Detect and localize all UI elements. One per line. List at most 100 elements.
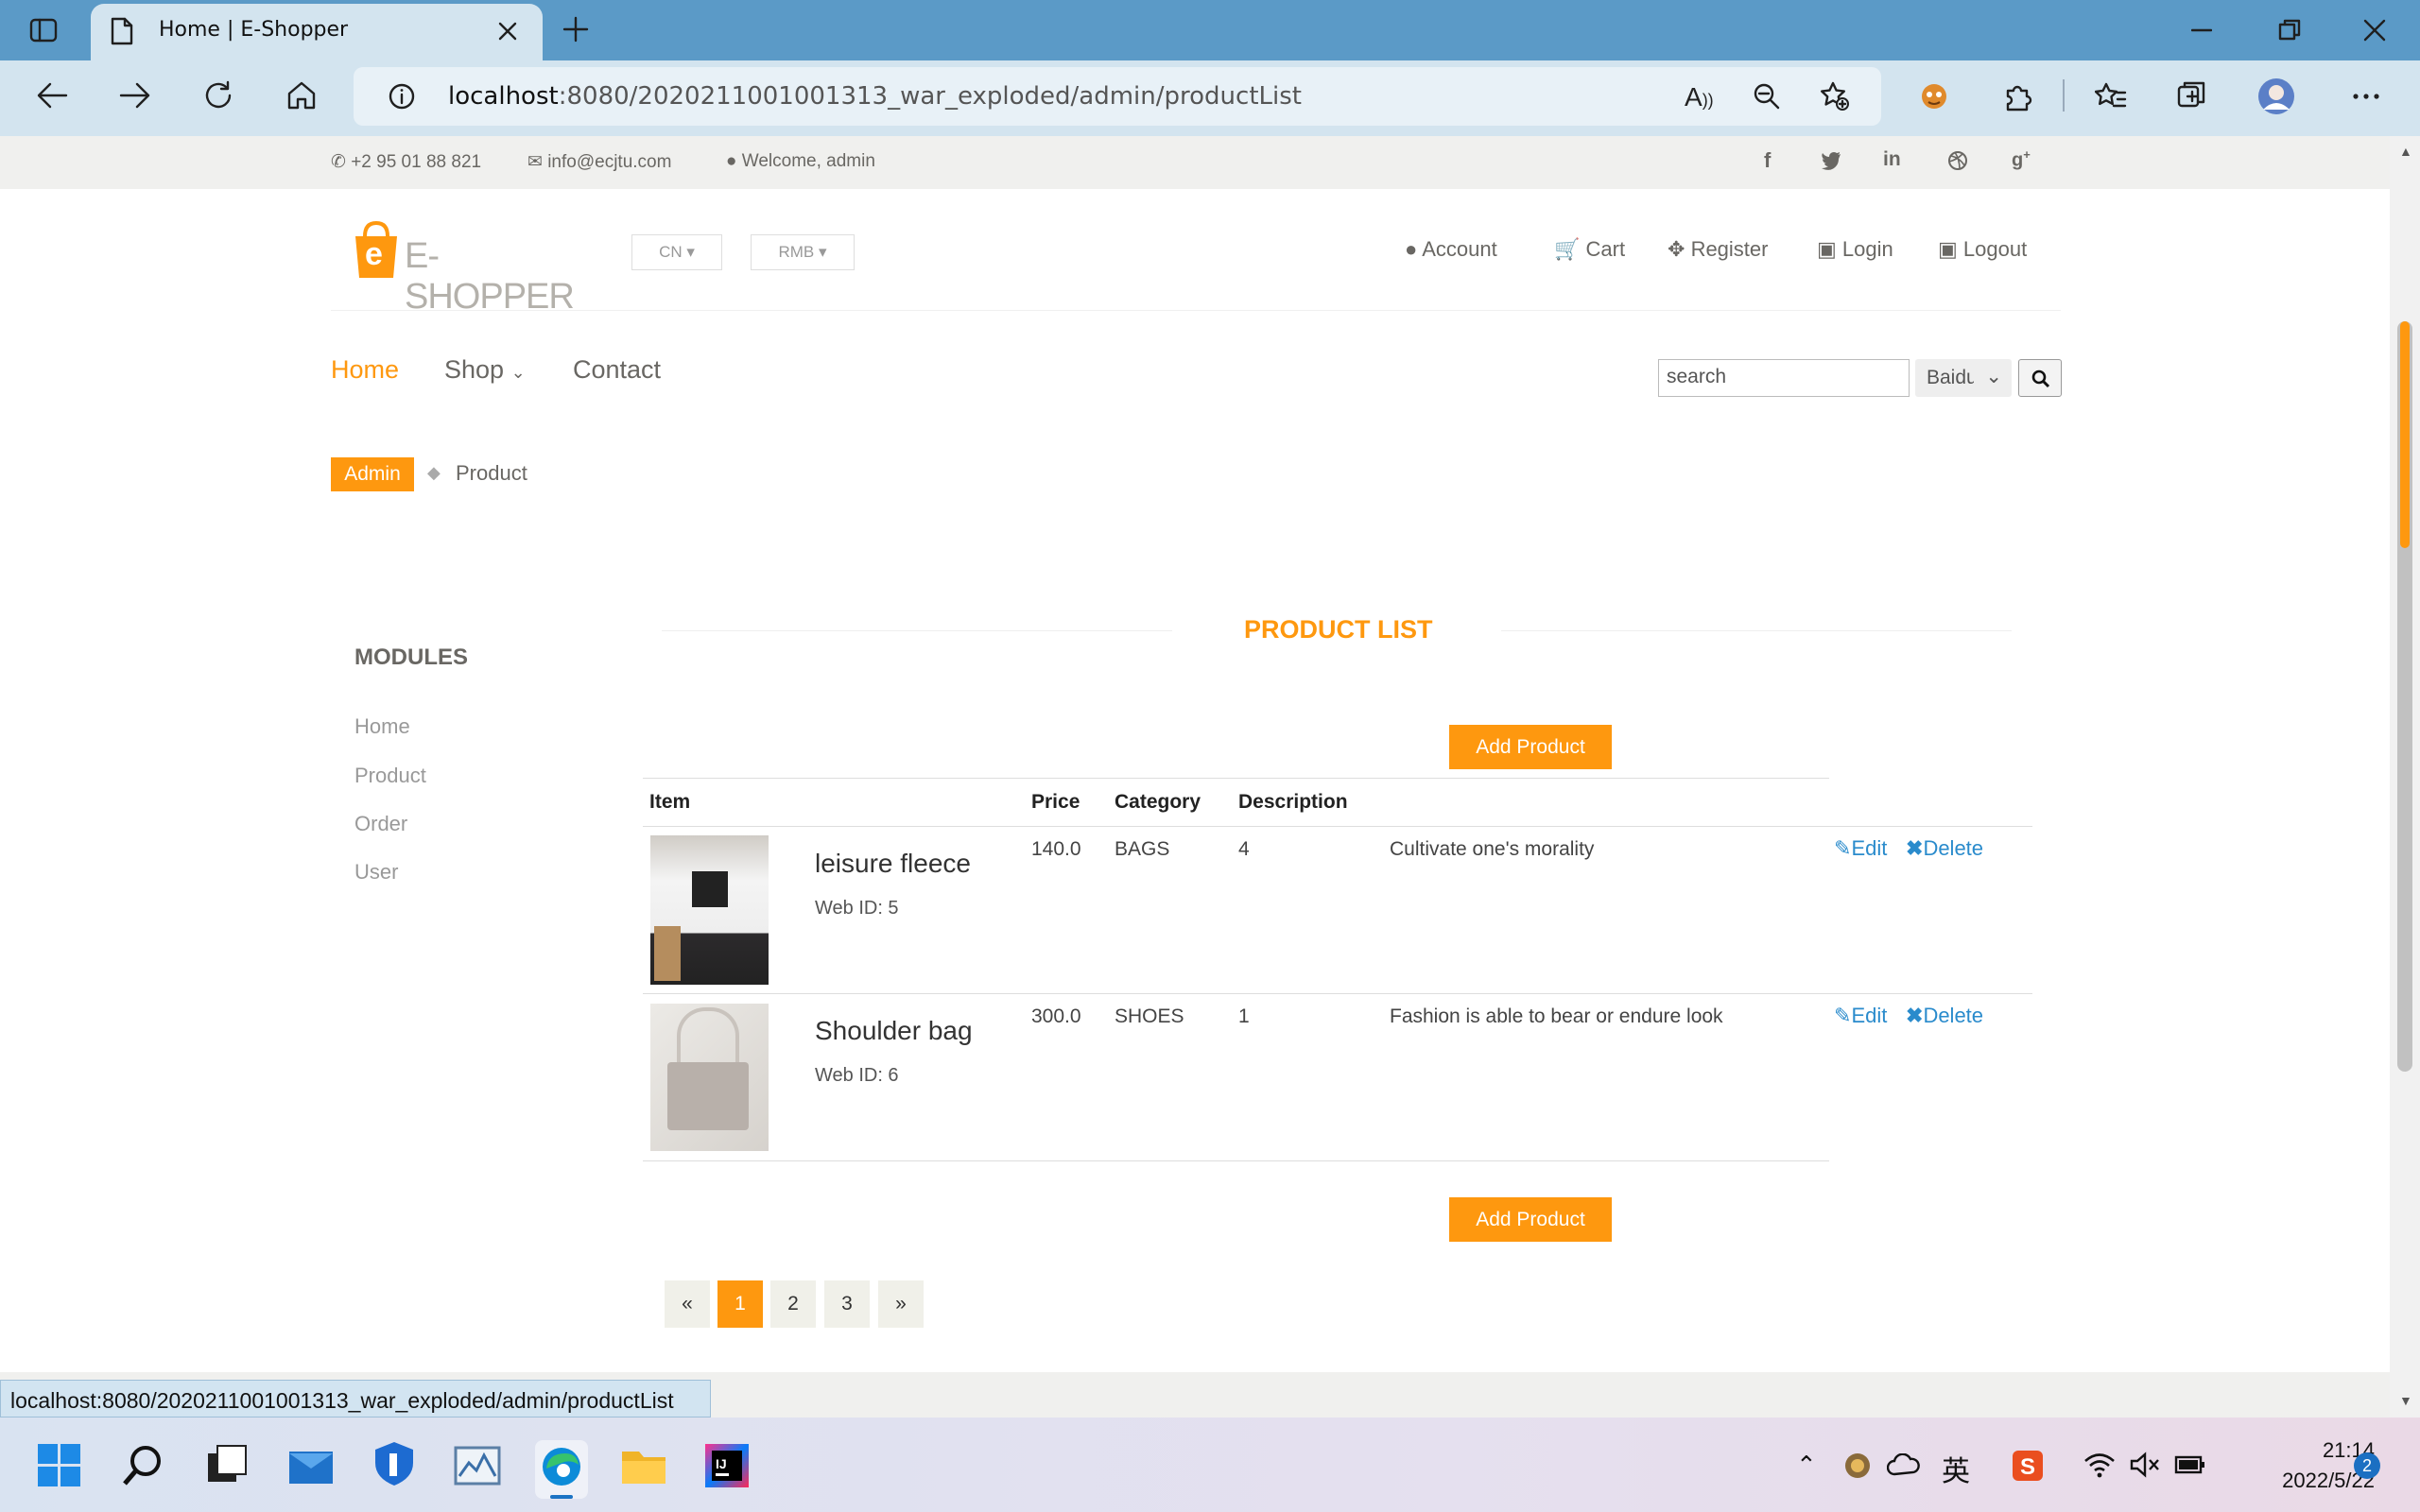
onedrive-icon[interactable] [1887,1453,1921,1478]
forward-icon[interactable] [119,81,151,110]
page-3[interactable]: 3 [824,1280,870,1328]
more-icon[interactable] [2352,93,2380,100]
mail-icon[interactable] [287,1444,335,1487]
product-image[interactable] [650,1004,769,1151]
info-icon[interactable] [388,82,416,111]
product-name[interactable]: Shoulder bag [815,1016,973,1046]
account-label: Account [1422,237,1497,261]
search-input[interactable]: search [1658,359,1910,397]
close-window-icon[interactable] [2363,19,2386,42]
nav-shop[interactable]: Shop ⌄ [444,355,526,385]
extensions-icon[interactable] [2002,81,2032,112]
delete-link[interactable]: ✖Delete [1906,1004,1983,1028]
logo-letter: e [365,236,383,272]
read-aloud-icon[interactable]: A)) [1685,82,1714,112]
new-tab-icon[interactable] [562,15,590,43]
monitor-icon[interactable] [454,1444,501,1487]
wifi-icon[interactable] [2083,1452,2116,1478]
title-rule-left [662,630,1172,631]
search-button[interactable] [2018,359,2062,397]
product-image-handle [677,1007,739,1064]
delete-link[interactable]: ✖Delete [1906,836,1983,861]
volume-muted-icon[interactable] [2129,1452,2161,1478]
dribbble-icon[interactable] [1947,150,1968,171]
page-2[interactable]: 2 [770,1280,816,1328]
email-info[interactable]: ✉ info@ecjtu.com [527,151,671,173]
twitter-icon[interactable] [1821,151,1841,170]
intellij-icon[interactable]: IJ [703,1442,751,1489]
product-description: Cultivate one's morality [1390,838,1595,860]
collections-icon[interactable] [2176,79,2208,112]
battery-icon[interactable] [2174,1453,2208,1476]
svg-text:IJ: IJ [716,1456,727,1471]
login-link[interactable]: ▣ Login [1817,237,1893,262]
add-favorite-icon[interactable] [1819,80,1851,112]
file-explorer-icon[interactable] [620,1444,667,1487]
header-divider [331,310,2061,311]
delete-label: Delete [1923,1004,1984,1027]
notification-badge[interactable]: 2 [2354,1452,2380,1479]
linkedin-icon[interactable]: in [1883,148,1901,171]
tab-actions-icon[interactable] [28,15,59,45]
sidebar-item-order[interactable]: Order [354,812,407,836]
column-header-item: Item [649,791,691,813]
edge-browser-icon[interactable] [535,1440,588,1499]
ime-indicator[interactable]: 英 [1942,1448,1970,1489]
search-taskbar-icon[interactable] [121,1444,164,1487]
tray-app-icon[interactable] [1843,1452,1872,1480]
sogou-icon[interactable]: S [2012,1450,2044,1482]
currency-dropdown[interactable]: RMB ▾ [751,234,855,270]
page-next[interactable]: » [878,1280,924,1328]
defender-icon[interactable] [372,1440,416,1487]
windows-start-icon[interactable] [38,1444,81,1487]
sidebar-item-product[interactable]: Product [354,764,426,788]
nav-contact[interactable]: Contact [573,355,661,385]
scroll-up-icon[interactable]: ▲ [2399,144,2412,159]
close-tab-icon[interactable] [497,21,518,42]
sidebar-item-home[interactable]: Home [354,714,410,739]
login-label: Login [1841,237,1893,261]
edit-label: Edit [1851,836,1888,860]
page-prev[interactable]: « [665,1280,710,1328]
edit-link[interactable]: ✎Edit [1834,836,1887,861]
address-bar[interactable]: localhost:8080/2020211001001313_war_expl… [354,67,1881,126]
task-view-icon[interactable] [204,1444,248,1487]
cart-link[interactable]: 🛒 Cart [1554,237,1625,262]
zoom-out-icon[interactable] [1753,82,1781,111]
home-icon[interactable] [285,79,318,112]
minimize-icon[interactable] [2191,28,2212,32]
refresh-icon[interactable] [202,79,234,112]
nav-shop-label: Shop [444,355,505,384]
register-link[interactable]: ✥ Register [1668,237,1768,262]
sidebar-item-user[interactable]: User [354,860,398,885]
product-image[interactable] [650,835,769,985]
account-link[interactable]: ● Account [1405,237,1497,262]
facebook-icon[interactable]: f [1764,148,1771,173]
restore-icon[interactable] [2278,19,2301,42]
status-bar-url: localhost:8080/2020211001001313_war_expl… [0,1380,711,1418]
tab-title: Home | E-Shopper [159,18,349,42]
back-icon[interactable] [36,81,68,110]
extension-avatar-icon[interactable] [1919,81,1949,112]
active-indicator [550,1495,573,1499]
page-1[interactable]: 1 [717,1280,763,1328]
breadcrumb-admin[interactable]: Admin [331,457,414,491]
product-name[interactable]: leisure fleece [815,849,971,879]
add-product-button[interactable]: Add Product [1449,725,1612,769]
unlock-icon: ▣ [1938,237,1958,261]
profile-avatar[interactable] [2257,77,2295,115]
logout-link[interactable]: ▣ Logout [1938,237,2027,262]
scroll-down-icon[interactable]: ▼ [2399,1393,2412,1408]
url-text[interactable]: localhost:8080/2020211001001313_war_expl… [448,82,1302,111]
logo[interactable]: e E-SHOPPER [352,215,579,317]
tab-home[interactable]: Home | E-Shopper [91,4,543,60]
google-plus-icon[interactable]: g+ [2012,147,2031,172]
page-scrollbar[interactable]: ▲ ▼ [2390,136,2420,1418]
nav-home[interactable]: Home [331,355,399,385]
search-engine-select[interactable]: Baidu ⌄ [1915,359,2012,397]
edit-link[interactable]: ✎Edit [1834,1004,1887,1028]
language-dropdown[interactable]: CN ▾ [631,234,722,270]
show-hidden-icons[interactable]: ⌃ [1796,1451,1817,1480]
favorites-icon[interactable] [2095,81,2127,112]
add-product-button[interactable]: Add Product [1449,1197,1612,1242]
